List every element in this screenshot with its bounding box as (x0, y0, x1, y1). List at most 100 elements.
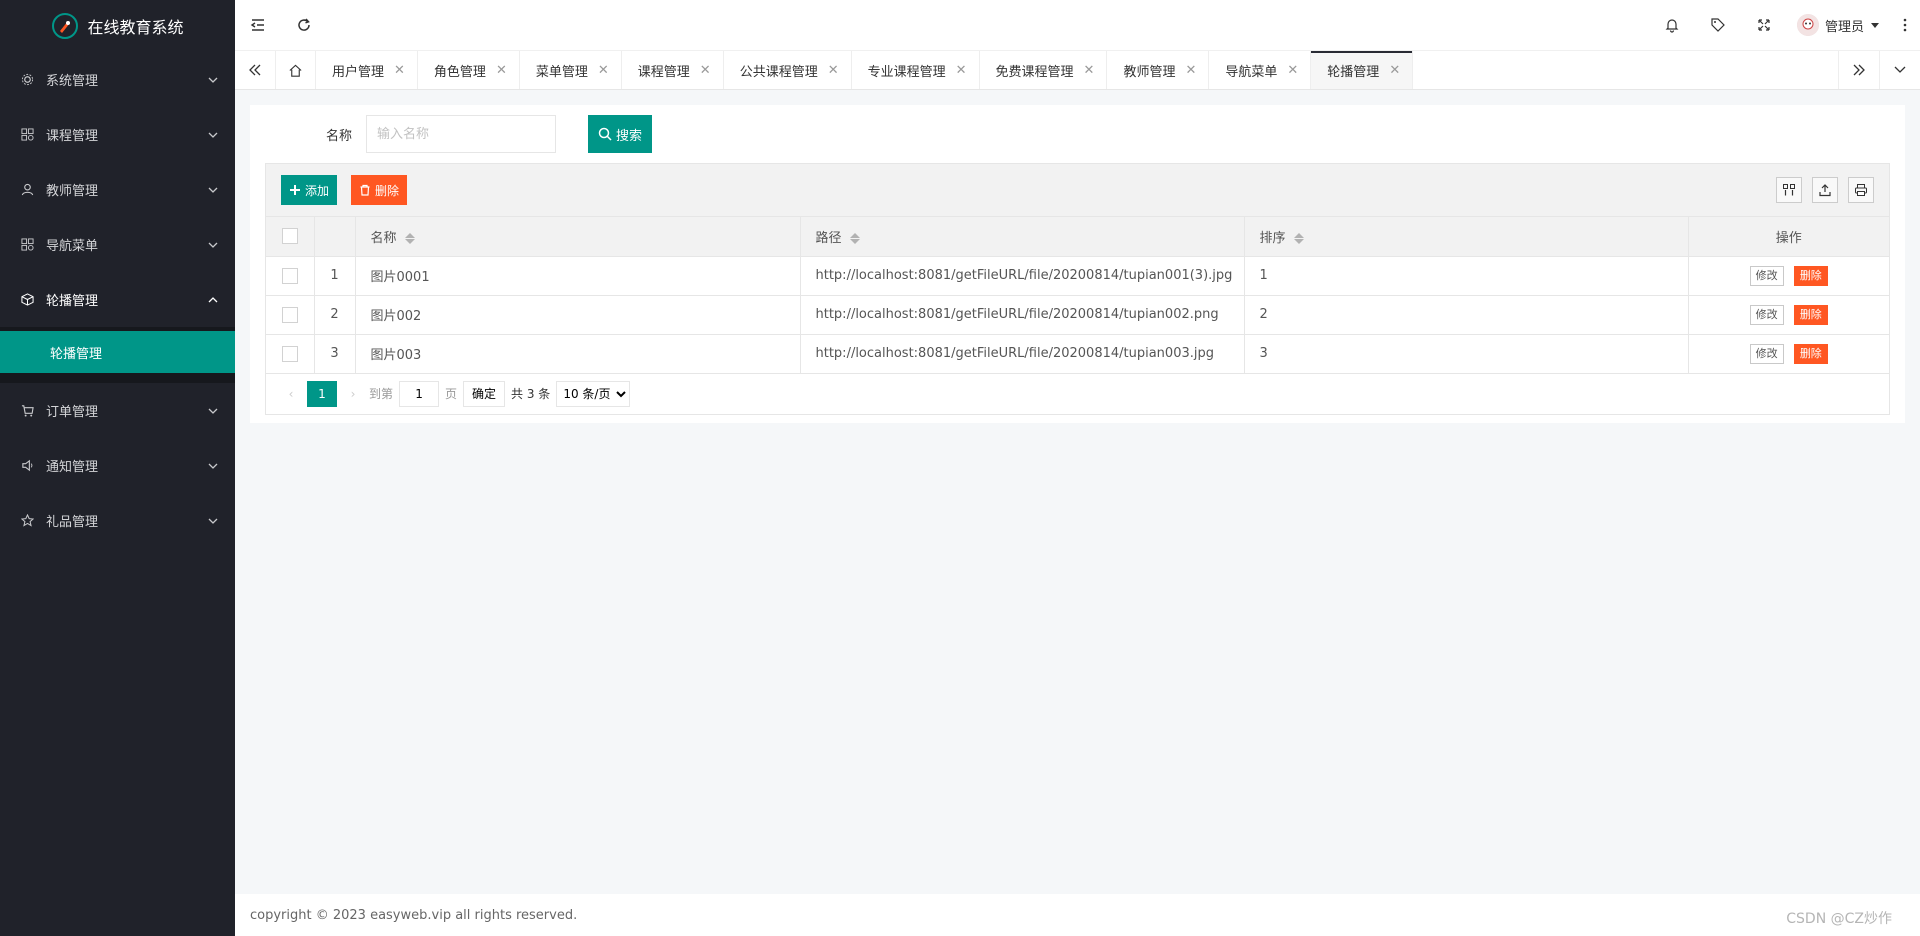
apps-icon (20, 238, 34, 252)
sidebar-item-nav-menu[interactable]: 导航菜单 (0, 217, 235, 272)
tab-label: 专业课程管理 (867, 64, 946, 80)
table-row: 2 图片002 http://localhost:8081/getFileURL… (266, 295, 1889, 335)
tab-home[interactable] (276, 51, 316, 89)
current-page[interactable]: 1 (307, 380, 337, 407)
add-button[interactable]: 添加 (281, 175, 338, 205)
search-bar: 名称 搜索 (250, 105, 1905, 163)
user-menu[interactable]: 管理员 (1787, 14, 1890, 36)
tab-label: 公共课程管理 (739, 64, 818, 80)
print-icon (1855, 184, 1867, 196)
close-icon[interactable]: ✕ (956, 63, 967, 78)
tab-menu-manage[interactable]: 菜单管理 ✕ (520, 51, 622, 89)
tab-bar: 用户管理 ✕ 角色管理 ✕ 菜单管理 ✕ 课程管理 ✕ 公共课程管理 ✕ 专业课程管理 ✕ … (235, 50, 1920, 90)
app-logo[interactable]: 在线教育系统 (0, 0, 235, 52)
goto-label: 到第 (369, 387, 394, 401)
sidebar-subitem-carousel[interactable]: 轮播管理 (0, 331, 235, 373)
tab-role-manage[interactable]: 角色管理 ✕ (418, 51, 520, 89)
sort-icon[interactable] (404, 232, 415, 244)
more-vertical-icon (1903, 18, 1907, 32)
caret-down-icon (1871, 23, 1879, 28)
user-name: 管理员 (1824, 19, 1864, 35)
close-icon[interactable]: ✕ (700, 63, 711, 78)
tab-major-course[interactable]: 专业课程管理 ✕ (852, 51, 980, 89)
next-page-button[interactable]: › (343, 387, 363, 401)
sidebar-item-label: 系统管理 (46, 74, 99, 89)
sort-icon[interactable] (1293, 232, 1304, 244)
refresh-button[interactable] (281, 0, 327, 50)
sort-icon[interactable] (849, 232, 860, 244)
search-input[interactable] (366, 115, 557, 153)
tab-free-course[interactable]: 免费课程管理 ✕ (980, 51, 1108, 89)
header-name[interactable]: 名称 (355, 217, 801, 257)
close-icon[interactable]: ✕ (828, 63, 839, 78)
tab-course-manage[interactable]: 课程管理 ✕ (622, 51, 724, 89)
goto-page-input[interactable] (399, 380, 440, 407)
sidebar-submenu: 轮播管理 (0, 327, 235, 383)
sidebar-item-order[interactable]: 订单管理 (0, 383, 235, 438)
row-checkbox[interactable] (281, 267, 298, 284)
close-icon[interactable]: ✕ (1185, 63, 1196, 78)
close-icon[interactable]: ✕ (1084, 63, 1095, 78)
row-checkbox[interactable] (281, 306, 298, 323)
sidebar-item-notice[interactable]: 通知管理 (0, 438, 235, 493)
close-icon[interactable]: ✕ (1287, 63, 1298, 78)
delete-button[interactable]: 删除 (351, 175, 408, 205)
tab-nav-menu[interactable]: 导航菜单 ✕ (1209, 51, 1312, 89)
edit-button[interactable]: 修改 (1749, 304, 1784, 325)
row-index: 3 (314, 334, 356, 374)
tabs-scroll-right-button[interactable] (1838, 51, 1879, 89)
row-checkbox[interactable] (281, 345, 298, 362)
edit-button[interactable]: 修改 (1749, 343, 1784, 364)
more-button[interactable] (1890, 0, 1920, 50)
header-path[interactable]: 路径 (800, 217, 1245, 257)
select-all-checkbox[interactable] (281, 228, 298, 245)
sidebar-toggle-button[interactable] (235, 0, 281, 50)
sidebar-item-carousel[interactable]: 轮播管理 (0, 272, 235, 327)
tag-button[interactable] (1695, 0, 1741, 50)
cell-sort: 1 (1244, 256, 1689, 296)
tab-user-manage[interactable]: 用户管理 ✕ (316, 51, 418, 89)
tabs-scroll-left-button[interactable] (235, 51, 276, 89)
total-count: 共 3 条 (511, 387, 551, 401)
header-ops: 操作 (1688, 217, 1889, 257)
plus-icon (290, 185, 300, 195)
notification-button[interactable] (1649, 0, 1695, 50)
tab-public-course[interactable]: 公共课程管理 ✕ (724, 51, 852, 89)
search-icon (598, 127, 612, 141)
header-label: 名称 (370, 230, 397, 246)
close-icon[interactable]: ✕ (1389, 63, 1400, 78)
sidebar-item-course[interactable]: 课程管理 (0, 107, 235, 162)
menu-fold-icon (250, 19, 264, 31)
export-button[interactable] (1812, 177, 1838, 203)
chevron-down-icon (1894, 66, 1906, 73)
columns-icon (1783, 184, 1795, 196)
tabs-dropdown-button[interactable] (1879, 51, 1920, 89)
close-icon[interactable]: ✕ (394, 63, 405, 78)
sidebar-item-system[interactable]: 系统管理 (0, 52, 235, 107)
close-icon[interactable]: ✕ (496, 63, 507, 78)
row-delete-button[interactable]: 删除 (1793, 265, 1828, 286)
app-title: 在线教育系统 (87, 18, 184, 37)
sidebar-item-gift[interactable]: 礼品管理 (0, 493, 235, 548)
chevron-down-icon (208, 77, 218, 83)
columns-filter-button[interactable] (1776, 177, 1802, 203)
speaker-icon (20, 459, 34, 473)
fullscreen-button[interactable] (1741, 0, 1787, 50)
chevron-down-icon (208, 242, 218, 248)
search-button[interactable]: 搜索 (588, 115, 653, 153)
row-delete-button[interactable]: 删除 (1793, 304, 1828, 325)
print-button[interactable] (1848, 177, 1874, 203)
add-button-label: 添加 (305, 183, 330, 198)
row-delete-button[interactable]: 删除 (1793, 343, 1828, 364)
header-sort[interactable]: 排序 (1244, 217, 1689, 257)
cell-name: 图片002 (355, 295, 801, 335)
tab-teacher-manage[interactable]: 教师管理 ✕ (1107, 51, 1210, 89)
data-table: 名称 路径 排序 操作 1 图片0001 http://localhost:80… (266, 217, 1889, 374)
sidebar-item-teacher[interactable]: 教师管理 (0, 162, 235, 217)
goto-confirm-button[interactable]: 确定 (463, 380, 506, 407)
tab-carousel-manage[interactable]: 轮播管理 ✕ (1311, 51, 1414, 89)
page-size-select[interactable]: 10 条/页 (556, 380, 631, 407)
prev-page-button[interactable]: ‹ (281, 387, 301, 401)
close-icon[interactable]: ✕ (598, 63, 609, 78)
edit-button[interactable]: 修改 (1749, 265, 1784, 286)
